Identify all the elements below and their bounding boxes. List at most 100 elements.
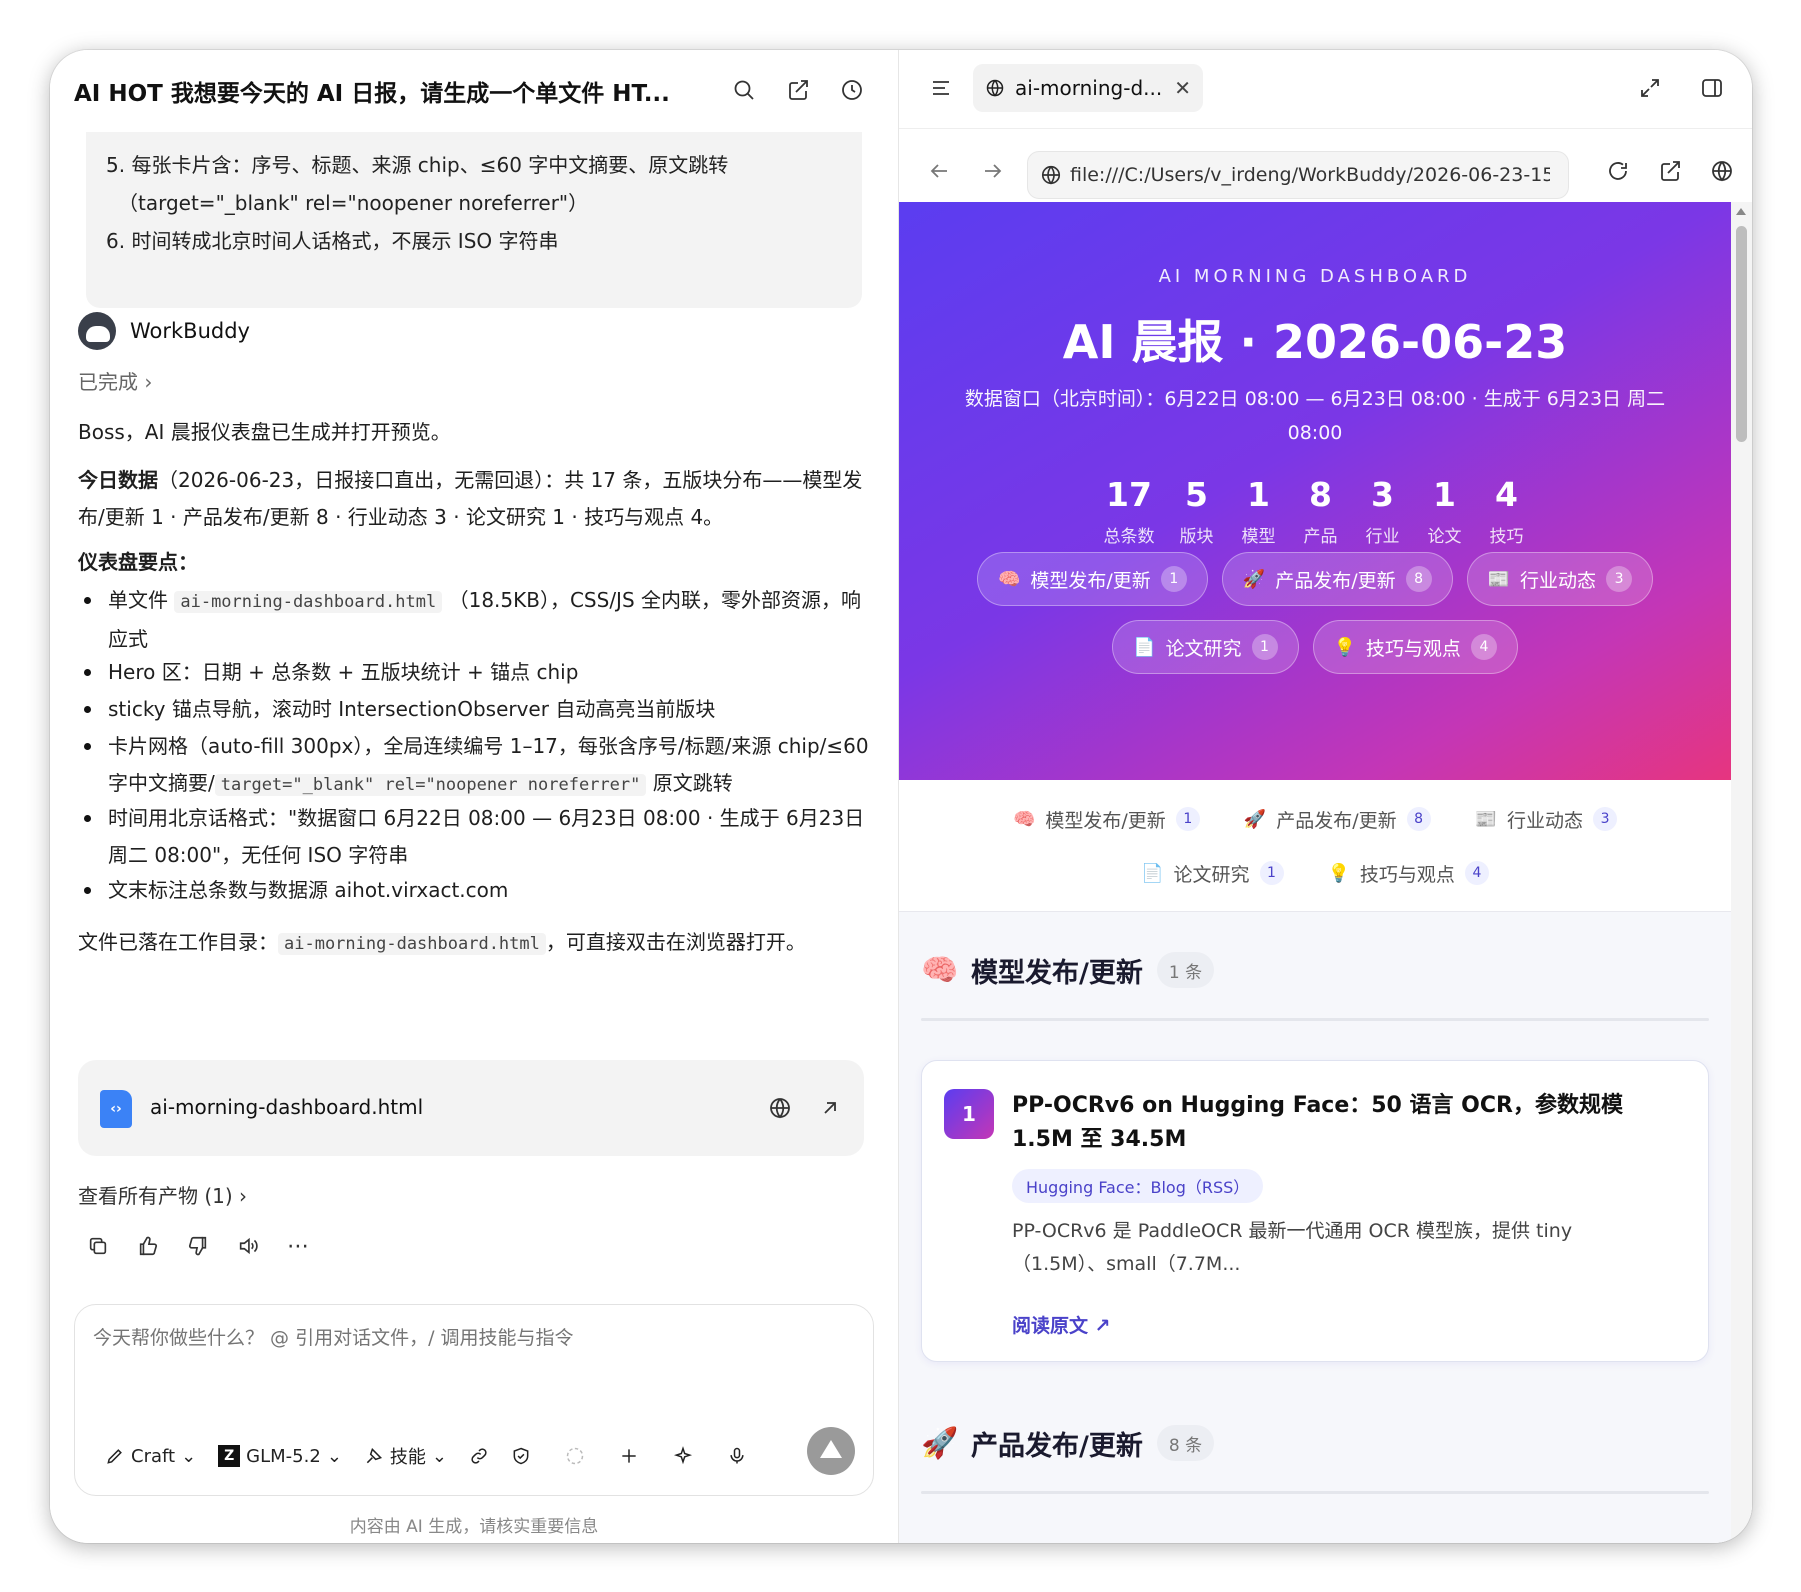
url-input[interactable] — [1070, 164, 1550, 186]
sparkle-icon[interactable] — [673, 1446, 693, 1466]
globe-icon — [986, 79, 1004, 97]
model-selector[interactable]: Z GLM-5.2 ⌄ — [218, 1445, 342, 1467]
stat-label: 模型 — [1241, 527, 1276, 547]
expand-icon[interactable] — [1636, 74, 1664, 102]
inline-code: ai-morning-dashboard.html — [278, 933, 546, 955]
today-label: 今日数据 — [78, 468, 158, 492]
status-completed[interactable]: 已完成 › — [78, 366, 152, 395]
history-icon[interactable] — [838, 76, 866, 104]
back-icon[interactable] — [925, 157, 953, 185]
chip-count: 8 — [1405, 566, 1432, 592]
pen-icon — [107, 1449, 122, 1464]
inline-code: ai-morning-dashboard.html — [174, 591, 443, 613]
microphone-icon[interactable] — [727, 1446, 747, 1466]
nav-industry[interactable]: 📰 行业动态 3 — [1465, 798, 1627, 840]
url-field[interactable] — [1027, 151, 1569, 199]
chip-label: 模型发布/更新 — [1030, 569, 1151, 592]
nav-label: 行业动态 — [1507, 809, 1584, 832]
stat-industry: 3 行业 — [1363, 472, 1403, 547]
plus-icon[interactable] — [619, 1446, 639, 1466]
open-in-browser-icon[interactable] — [766, 1094, 794, 1122]
stat-value: 1 — [1433, 475, 1456, 514]
nav-model[interactable]: 🧠 模型发布/更新 1 — [1003, 798, 1210, 840]
nav-paper[interactable]: 📄 论文研究 1 — [1131, 852, 1293, 894]
stat-sections: 5 版块 — [1177, 472, 1217, 547]
stat-total: 17 总条数 — [1104, 472, 1155, 547]
app-window: AI HOT 我想要今天的 AI 日报，请生成一个单文件 HT... 5. 每张… — [50, 50, 1752, 1543]
stat-value: 1 — [1247, 475, 1270, 514]
more-icon[interactable]: ⋯ — [284, 1232, 312, 1260]
close-tab-icon[interactable]: ✕ — [1174, 76, 1191, 100]
send-button[interactable] — [807, 1427, 855, 1475]
forward-icon[interactable] — [979, 157, 1007, 185]
link-icon[interactable] — [469, 1446, 489, 1466]
chip-label: 技巧与观点 — [1365, 637, 1461, 660]
composer-input[interactable] — [93, 1327, 833, 1349]
lightbulb-icon: 💡 — [1333, 636, 1356, 658]
view-all-outputs-link[interactable]: 查看所有产物 (1) › — [78, 1180, 247, 1209]
chip-count: 1 — [1251, 634, 1278, 660]
chip-tips[interactable]: 💡 技巧与观点 4 — [1312, 620, 1518, 674]
share-icon[interactable] — [784, 76, 812, 104]
dashboard-hero: AI MORNING DASHBOARD AI 晨报 · 2026-06-23 … — [899, 202, 1731, 780]
mode-label: Craft — [131, 1445, 176, 1467]
chevron-down-icon: ⌄ — [181, 1445, 197, 1467]
skills-selector[interactable]: 技能 ⌄ — [364, 1443, 447, 1469]
html-file-icon: ‹› — [100, 1090, 132, 1128]
tabbar-actions — [1636, 74, 1726, 102]
nav-count: 8 — [1406, 807, 1431, 831]
chip-count: 1 — [1160, 566, 1187, 592]
output-file-card[interactable]: ‹› ai-morning-dashboard.html — [78, 1060, 864, 1156]
open-external-icon[interactable] — [1656, 157, 1684, 185]
chevron-down-icon: ⌄ — [326, 1445, 342, 1467]
nav-tips[interactable]: 💡 技巧与观点 4 — [1318, 852, 1499, 894]
stat-label: 版块 — [1179, 527, 1214, 547]
file-location-text: 文件已落在工作目录： ai-morning-dashboard.html ，可直接双… — [78, 924, 870, 963]
rocket-icon: 🚀 — [921, 1425, 959, 1461]
hero-anchor-chips: 🧠 模型发布/更新 1 🚀 产品发布/更新 8 📰 行业动态 3 📄 论文研究 1 💡 技巧与观点… — [935, 552, 1695, 674]
chip-paper[interactable]: 📄 论文研究 1 — [1112, 620, 1299, 674]
today-paragraph: 今日数据（2026-06-23，日报接口直出，无需回退）：共 17 条，五版块分… — [78, 462, 870, 536]
chat-panel: AI HOT 我想要今天的 AI 日报，请生成一个单文件 HT... 5. 每张… — [50, 50, 898, 1543]
glm-logo-icon: Z — [218, 1445, 241, 1467]
globe-icon — [1041, 165, 1061, 185]
page-viewport: AI MORNING DASHBOARD AI 晨报 · 2026-06-23 … — [899, 202, 1731, 1543]
page-scrollbar[interactable] — [1731, 202, 1752, 1543]
section-head: 🧠 模型发布/更新 1 条 — [921, 944, 1709, 996]
search-icon[interactable] — [730, 76, 758, 104]
mode-selector[interactable]: Craft ⌄ — [105, 1446, 196, 1467]
reload-icon[interactable] — [1604, 157, 1632, 185]
scroll-thumb[interactable] — [1736, 226, 1747, 442]
bullet-hero: Hero 区：日期 + 总条数 + 五版块统计 + 锚点 chip — [84, 654, 870, 691]
chip-industry[interactable]: 📰 行业动态 3 — [1466, 552, 1654, 606]
newspaper-icon: 📰 — [1487, 568, 1511, 590]
composer-toolbar: Craft ⌄ Z GLM-5.2 ⌄ 技能 ⌄ — [105, 1443, 747, 1469]
scroll-up-arrow-icon[interactable] — [1736, 208, 1746, 215]
nav-product[interactable]: 🚀 产品发布/更新 8 — [1234, 798, 1441, 840]
speaker-icon[interactable] — [234, 1232, 262, 1260]
stat-value: 17 — [1106, 475, 1152, 514]
bullet-single-file: 单文件 ai-morning-dashboard.html （18.5KB），C… — [84, 582, 870, 658]
section-title: 产品发布/更新 — [971, 1430, 1143, 1462]
copy-icon[interactable] — [84, 1232, 112, 1260]
external-link-icon[interactable] — [816, 1094, 844, 1122]
read-original-link[interactable]: 阅读原文 ↗ — [1012, 1311, 1111, 1338]
hero-stats: 17 总条数 5 版块 1 模型 8 产品 3 行业 1 论文 4 技巧 — [899, 472, 1731, 547]
nav-label: 论文研究 — [1173, 863, 1250, 886]
menu-icon[interactable] — [927, 74, 955, 102]
greeting-text: Boss，AI 晨报仪表盘已生成并打开预览。 — [78, 420, 451, 444]
stat-tips: 4 技巧 — [1487, 472, 1527, 547]
thumbs-up-icon[interactable] — [134, 1232, 162, 1260]
shield-check-icon[interactable] — [511, 1446, 531, 1466]
sidebar-toggle-icon[interactable] — [1698, 74, 1726, 102]
chip-product[interactable]: 🚀 产品发布/更新 8 — [1221, 552, 1453, 606]
bullet-card-grid: 卡片网格（auto-fill 300px），全局连续编号 1–17，每张含序号/… — [84, 728, 870, 804]
globe-icon[interactable] — [1708, 157, 1736, 185]
sticky-anchor-nav: 🧠 模型发布/更新 1 🚀 产品发布/更新 8 📰 行业动态 3 📄 论文研究 1 💡 技巧与观点… — [899, 780, 1731, 912]
thumbs-down-icon[interactable] — [184, 1232, 212, 1260]
address-actions — [1604, 157, 1736, 185]
document-icon: 📄 — [1141, 862, 1164, 884]
browser-tab[interactable]: ai-morning-d... ✕ — [973, 64, 1203, 112]
chip-model[interactable]: 🧠 模型发布/更新 1 — [976, 552, 1208, 606]
card-title: PP-OCRv6 on Hugging Face：50 语言 OCR，参数规模 … — [1012, 1093, 1623, 1152]
